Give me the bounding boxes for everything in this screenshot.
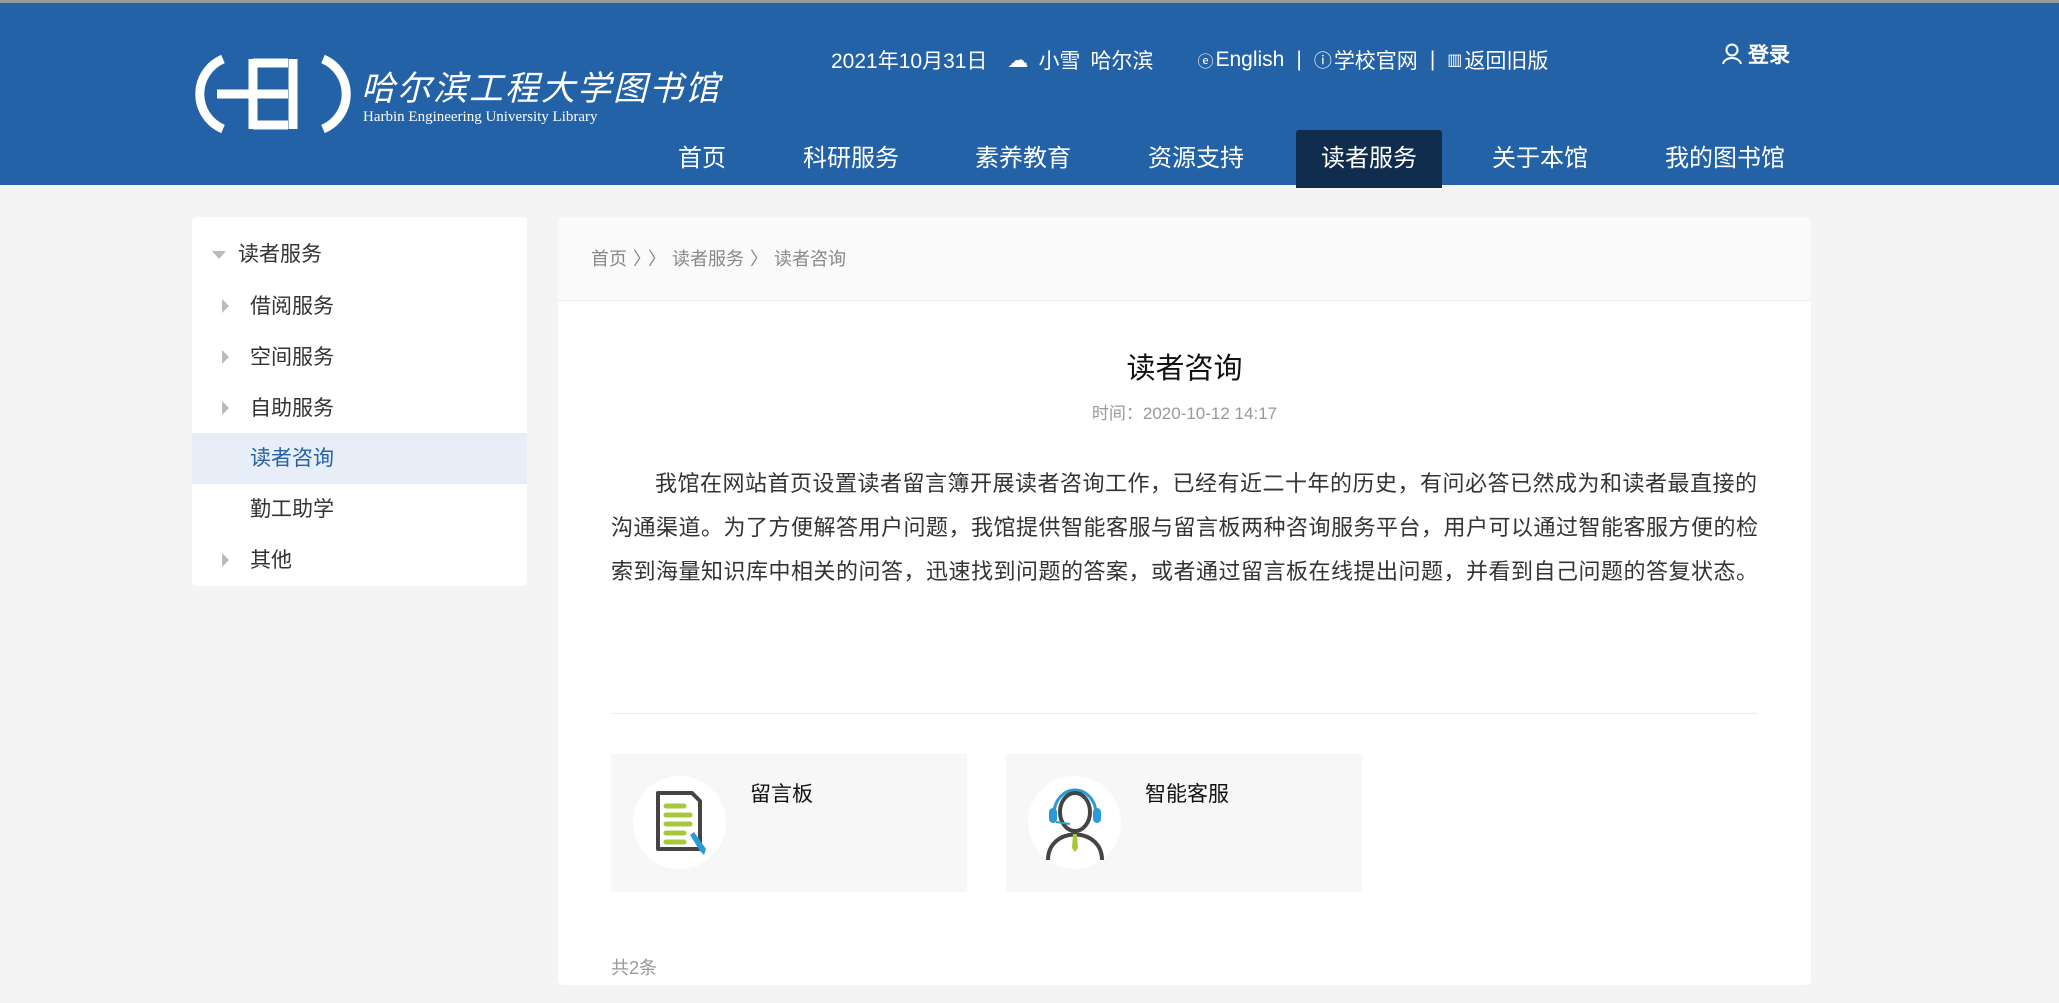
sidebar-item-space[interactable]: 空间服务 — [192, 332, 527, 383]
publish-time: 时间：2020-10-12 14:17 — [1091, 404, 1278, 423]
heu-logo-icon — [195, 54, 351, 134]
card-label: 智能客服 — [1145, 783, 1229, 806]
logo-chinese-name: 哈尔滨工程大学图书馆 — [361, 69, 721, 109]
old-version-link[interactable]: 返回旧版 — [1464, 45, 1548, 75]
sidebar-item-label: 读者咨询 — [250, 447, 334, 470]
school-site-link[interactable]: 学校官网 — [1334, 45, 1418, 75]
caret-right-icon — [222, 299, 229, 313]
sidebar-item-label: 自助服务 — [250, 397, 334, 420]
caret-right-icon — [222, 350, 229, 364]
english-icon: ⓔ — [1197, 54, 1214, 71]
sidebar-item-label: 勤工助学 — [250, 498, 334, 521]
sidebar-title[interactable]: 读者服务 — [192, 229, 527, 280]
sidebar-item-work-study[interactable]: 勤工助学 — [192, 484, 527, 535]
message-board-card[interactable]: 留言板 — [611, 754, 967, 892]
info-icon: ⓘ — [1313, 51, 1332, 71]
sidebar-item-other[interactable]: 其他 — [192, 535, 527, 586]
nav-resources[interactable]: 资源支持 — [1136, 130, 1256, 188]
user-icon — [1722, 43, 1742, 65]
caret-right-icon — [222, 401, 229, 415]
breadcrumb-home[interactable]: 首页 — [591, 249, 627, 269]
divider — [611, 713, 1758, 714]
sidebar-item-borrowing[interactable]: 借阅服务 — [192, 281, 527, 332]
chevron-right-icon: 〉 — [750, 249, 768, 269]
nav-about[interactable]: 关于本馆 — [1480, 130, 1600, 188]
breadcrumb-reader-services[interactable]: 读者服务 — [672, 249, 744, 269]
caret-down-icon — [212, 251, 226, 259]
city-text: 哈尔滨 — [1090, 50, 1154, 73]
top-info-bar: 2021年10月31日 ☁ 小雪 哈尔滨 ⓔ English | ⓘ 学校官网 … — [831, 45, 1548, 75]
weather-text: 小雪 — [1038, 50, 1081, 73]
chevron-right-icon: 〉 — [648, 249, 666, 269]
sidebar-item-label: 空间服务 — [250, 346, 334, 369]
sidebar-item-consultation[interactable]: 读者咨询 — [192, 433, 527, 484]
total-count: 共2条 — [611, 958, 658, 978]
login-button[interactable]: 登录 — [1722, 39, 1790, 69]
sidebar-title-label: 读者服务 — [238, 243, 322, 266]
site-header: 哈尔滨工程大学图书馆 Harbin Engineering University… — [0, 0, 2059, 188]
separator: | — [1296, 48, 1302, 71]
customer-service-icon — [1028, 776, 1121, 869]
sidebar: 读者服务 借阅服务 空间服务 自助服务 读者咨询 勤工助学 其他 — [192, 217, 527, 586]
sidebar-item-label: 借阅服务 — [250, 295, 334, 318]
weather-cloud-icon: ☁ — [1007, 48, 1029, 72]
article-body: 我馆在网站首页设置读者留言簿开展读者咨询工作，已经有近二十年的历史，有问必答已然… — [611, 472, 1759, 585]
main-content: 首页〉〉读者服务〉读者咨询 读者咨询 时间：2020-10-12 14:17 我… — [558, 217, 1811, 985]
library-logo[interactable]: 哈尔滨工程大学图书馆 Harbin Engineering University… — [193, 53, 719, 135]
breadcrumb-current[interactable]: 读者咨询 — [774, 249, 846, 269]
separator: | — [1429, 48, 1436, 71]
nav-literacy[interactable]: 素养教育 — [963, 130, 1083, 188]
english-link[interactable]: English — [1215, 48, 1284, 72]
nav-research[interactable]: 科研服务 — [791, 130, 911, 188]
nav-reader-services[interactable]: 读者服务 — [1296, 130, 1442, 188]
customer-service-card[interactable]: 智能客服 — [1006, 754, 1362, 892]
caret-right-icon — [222, 553, 229, 567]
card-label: 留言板 — [750, 783, 813, 806]
chevron-right-icon: 〉 — [633, 249, 642, 269]
old-version-icon: ▥ — [1447, 52, 1463, 69]
logo-english-name: Harbin Engineering University Library — [363, 109, 598, 125]
breadcrumb: 首页〉〉读者服务〉读者咨询 — [558, 217, 1811, 301]
nav-home[interactable]: 首页 — [662, 130, 742, 188]
page-title: 读者咨询 — [1126, 353, 1243, 385]
date-text: 2021年10月31日 — [831, 50, 988, 73]
login-label: 登录 — [1748, 44, 1790, 67]
sidebar-item-self-service[interactable]: 自助服务 — [192, 383, 527, 434]
nav-my-library[interactable]: 我的图书馆 — [1655, 130, 1795, 188]
sidebar-item-label: 其他 — [250, 549, 292, 572]
message-board-icon — [633, 776, 726, 869]
